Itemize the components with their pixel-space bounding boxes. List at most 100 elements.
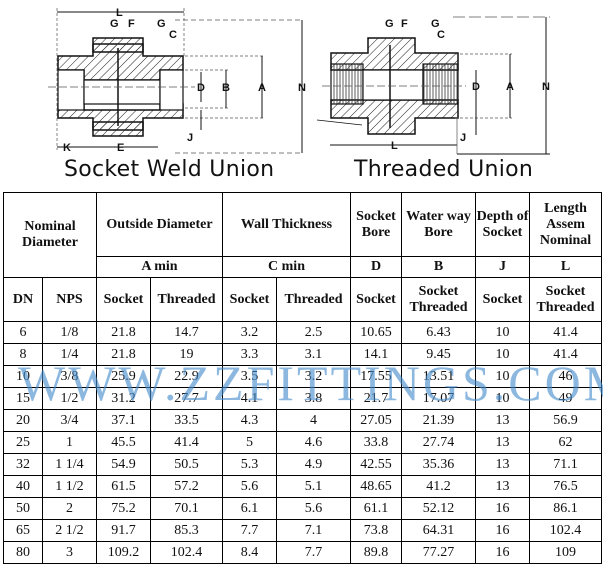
dim-label-J: J [460, 132, 466, 144]
dim-label-G: G [110, 18, 119, 30]
table-cell: 3/8 [42, 365, 97, 388]
table-cell: 17.55 [350, 365, 403, 388]
header-water-way-bore: Water way Bore [401, 192, 477, 257]
table-row: 25 1 45.5 41.4 5 4.6 33.8 27.74 13 62 [3, 431, 603, 454]
symbol-j: J [475, 256, 531, 278]
dim-label-D: D [197, 82, 205, 94]
table-cell: 33.5 [150, 409, 223, 432]
table-cell: 85.3 [150, 519, 223, 542]
table-cell: 35.36 [401, 453, 477, 476]
table-cell: 27.05 [350, 409, 403, 432]
table-row: 10 3/8 25.9 22.9 3.5 3.2 17.55 13.51 10 46 [3, 365, 603, 388]
table-cell: 4 [275, 409, 352, 432]
table-cell: 5.6 [222, 475, 277, 498]
table-cell: 48.65 [350, 475, 403, 498]
table-cell: 70.1 [150, 497, 223, 520]
symbol-b: B [401, 256, 477, 278]
table-cell: 71.1 [529, 453, 603, 476]
table-cell: 6 [3, 321, 43, 344]
dim-label-A: A [258, 82, 266, 94]
table-cell: 41.4 [529, 343, 603, 366]
table-cell: 49 [529, 387, 603, 410]
table-cell: 4.6 [275, 431, 352, 454]
table-cell: 14.7 [150, 321, 223, 344]
table-cell: 41.2 [401, 475, 477, 498]
table-cell: 5.6 [275, 497, 352, 520]
subheader-depth-socket: Socket [475, 277, 531, 322]
subheader-nps: NPS [42, 277, 97, 322]
table-cell: 16 [475, 541, 531, 564]
table-cell: 31.2 [96, 387, 151, 410]
table-cell: 10 [475, 365, 531, 388]
symbol-a-min: A min [96, 256, 223, 278]
table-cell: 10 [475, 343, 531, 366]
table-cell: 2 [42, 497, 97, 520]
dim-label-C: C [169, 29, 177, 41]
table-cell: 65 [3, 519, 43, 542]
table-cell: 22.9 [150, 365, 223, 388]
table-cell: 1/2 [42, 387, 97, 410]
table-cell: 73.8 [350, 519, 403, 542]
table-cell: 3.5 [222, 365, 277, 388]
table-row: 6 1/8 21.8 14.7 3.2 2.5 10.65 6.43 10 41.4 [3, 321, 603, 344]
dim-label-B: B [222, 82, 230, 94]
table-cell: 13.51 [401, 365, 477, 388]
table-cell: 4.9 [275, 453, 352, 476]
subheader-wall-socket: Socket [222, 277, 277, 322]
table-cell: 77.27 [401, 541, 477, 564]
table-row: 80 3 109.2 102.4 8.4 7.7 89.8 77.27 16 109 [3, 541, 603, 564]
table-cell: 3.8 [275, 387, 352, 410]
table-cell: 10 [475, 387, 531, 410]
table-cell: 1/8 [42, 321, 97, 344]
table-cell: 40 [3, 475, 43, 498]
table-cell: 50.5 [150, 453, 223, 476]
table-cell: 1 1/2 [42, 475, 97, 498]
table-cell: 10 [3, 365, 43, 388]
table-cell: 21.8 [96, 343, 151, 366]
table-cell: 13 [475, 453, 531, 476]
table-cell: 8.4 [222, 541, 277, 564]
table-row: 32 1 1/4 54.9 50.5 5.3 4.9 42.55 35.36 13 71.1 [3, 453, 603, 476]
table-cell: 37.1 [96, 409, 151, 432]
table-cell: 3/4 [42, 409, 97, 432]
table-cell: 7.7 [275, 541, 352, 564]
table-cell: 54.9 [96, 453, 151, 476]
table-cell: 91.7 [96, 519, 151, 542]
subheader-dn: DN [3, 277, 43, 322]
socket-weld-union-caption: Socket Weld Union [64, 157, 275, 182]
dim-label-E: E [117, 142, 124, 154]
dim-label-F: F [401, 18, 408, 30]
subheader-wall-threaded: Threaded [275, 277, 352, 322]
table-cell: 13 [475, 409, 531, 432]
table-cell: 56.9 [529, 409, 603, 432]
table-cell: 10 [475, 321, 531, 344]
table-cell: 16 [475, 497, 531, 520]
table-cell: 62 [529, 431, 603, 454]
table-cell: 19 [150, 343, 223, 366]
table-row: 20 3/4 37.1 33.5 4.3 4 27.05 21.39 13 56.9 [3, 409, 603, 432]
table-cell: 7.7 [222, 519, 277, 542]
table-cell: 9.45 [401, 343, 477, 366]
table-cell: 109.2 [96, 541, 151, 564]
socket-weld-union-drawing: L G F G C D B A N J K E [48, 7, 306, 154]
threaded-union-drawing: G F G C D A N J L [316, 16, 550, 155]
table-cell: 20 [3, 409, 43, 432]
table-cell: 16 [475, 519, 531, 542]
subheader-length-socket-threaded: Socket Threaded [529, 277, 603, 322]
table-cell: 50 [3, 497, 43, 520]
table-cell: 80 [3, 541, 43, 564]
table-cell: 2 1/2 [42, 519, 97, 542]
table-cell: 2.5 [275, 321, 352, 344]
dim-label-A: A [506, 81, 514, 93]
dim-label-G: G [157, 18, 166, 30]
table-cell: 109 [529, 541, 603, 564]
table-cell: 3 [42, 541, 97, 564]
table-cell: 61.1 [350, 497, 403, 520]
table-cell: 41.4 [150, 431, 223, 454]
subheader-od-socket: Socket [96, 277, 151, 322]
table-cell: 15 [3, 387, 43, 410]
dim-label-N: N [298, 82, 306, 94]
table-cell: 32 [3, 453, 43, 476]
table-cell: 27.74 [401, 431, 477, 454]
table-cell: 3.2 [275, 365, 352, 388]
